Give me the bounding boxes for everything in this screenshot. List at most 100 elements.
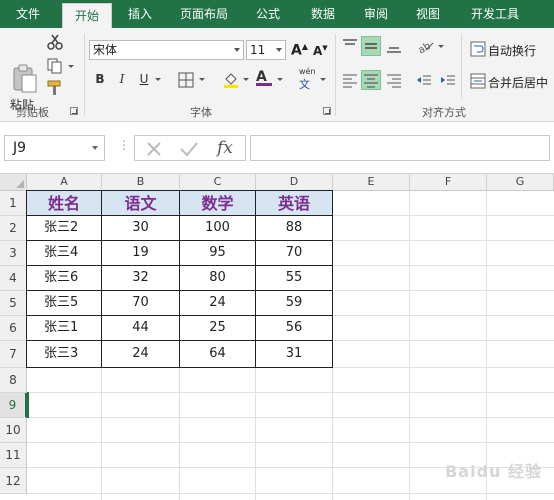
table-cell[interactable]: 64 xyxy=(180,341,256,368)
table-cell[interactable]: 44 xyxy=(102,316,180,341)
decrease-font-icon[interactable]: A▼ xyxy=(313,44,328,58)
table-header-cell[interactable]: 姓名 xyxy=(26,190,102,216)
orientation-dropdown-arrow[interactable] xyxy=(438,45,444,48)
cut-icon[interactable] xyxy=(46,34,64,50)
tab-view[interactable]: 视图 xyxy=(404,0,452,28)
align-center-icon[interactable] xyxy=(361,70,381,90)
table-cell[interactable]: 95 xyxy=(180,241,256,266)
row-header-9[interactable]: 9 xyxy=(0,393,27,418)
row-header-7[interactable]: 7 xyxy=(0,341,27,368)
column-header-f[interactable]: F xyxy=(410,174,487,191)
row-header-8[interactable]: 8 xyxy=(0,368,27,393)
wrap-text-button[interactable]: 自动换行 xyxy=(488,42,536,59)
tab-formulas[interactable]: 公式 xyxy=(244,0,292,28)
table-header-cell[interactable]: 数学 xyxy=(180,190,256,216)
column-header-g[interactable]: G xyxy=(487,174,554,191)
row-header-4[interactable]: 4 xyxy=(0,266,27,291)
clipboard-launcher-icon[interactable] xyxy=(70,107,78,115)
align-top-icon[interactable] xyxy=(340,36,360,56)
format-painter-icon[interactable] xyxy=(46,80,64,96)
align-bottom-icon[interactable] xyxy=(384,36,404,56)
column-header-a[interactable]: A xyxy=(27,174,102,191)
row-header-11[interactable]: 11 xyxy=(0,443,27,468)
italic-button[interactable]: I xyxy=(113,70,131,88)
table-cell[interactable]: 80 xyxy=(180,266,256,291)
column-header-b[interactable]: B xyxy=(102,174,180,191)
tab-insert[interactable]: 插入 xyxy=(116,0,164,28)
table-cell[interactable]: 24 xyxy=(180,291,256,316)
table-cell[interactable]: 张三5 xyxy=(26,291,102,316)
border-icon[interactable] xyxy=(178,72,194,91)
underline-button[interactable]: U xyxy=(135,70,153,88)
row-header-1[interactable]: 1 xyxy=(0,191,27,216)
table-cell[interactable]: 32 xyxy=(102,266,180,291)
border-dropdown-arrow[interactable] xyxy=(199,78,205,81)
table-cell[interactable]: 56 xyxy=(256,316,333,341)
font-color-icon[interactable]: A xyxy=(256,69,272,86)
table-cell[interactable]: 19 xyxy=(102,241,180,266)
bold-button[interactable]: B xyxy=(91,70,109,88)
name-box[interactable]: J9 xyxy=(4,135,105,161)
table-header-cell[interactable]: 语文 xyxy=(102,190,180,216)
table-cell[interactable]: 70 xyxy=(102,291,180,316)
table-cell[interactable]: 张三4 xyxy=(26,241,102,266)
table-cell[interactable]: 31 xyxy=(256,341,333,368)
align-middle-icon[interactable] xyxy=(361,36,381,56)
table-cell[interactable]: 100 xyxy=(180,216,256,241)
row-header-12[interactable]: 12 xyxy=(0,468,27,494)
table-cell[interactable]: 25 xyxy=(180,316,256,341)
table-cell[interactable]: 55 xyxy=(256,266,333,291)
row-header-6[interactable]: 6 xyxy=(0,316,27,341)
insert-function-icon[interactable]: fx xyxy=(217,138,233,158)
align-right-icon[interactable] xyxy=(384,70,404,90)
phonetic-dropdown-arrow[interactable] xyxy=(320,78,326,81)
merge-center-icon[interactable] xyxy=(470,73,486,92)
column-header-e[interactable]: E xyxy=(333,174,410,191)
table-header-cell[interactable]: 英语 xyxy=(256,190,333,216)
formula-bar-grip[interactable]: ⋮ xyxy=(118,138,130,152)
table-cell[interactable]: 59 xyxy=(256,291,333,316)
tab-developer[interactable]: 开发工具 xyxy=(458,0,532,28)
fill-color-icon[interactable] xyxy=(222,71,240,92)
row-header-2[interactable]: 2 xyxy=(0,216,27,241)
table-cell[interactable]: 88 xyxy=(256,216,333,241)
fill-color-dropdown-arrow[interactable] xyxy=(243,78,249,81)
font-color-dropdown-arrow[interactable] xyxy=(277,78,283,81)
merge-center-button[interactable]: 合并后居中 xyxy=(488,74,548,91)
cancel-icon[interactable] xyxy=(145,140,163,161)
phonetic-icon[interactable]: wén 文 xyxy=(299,67,316,92)
row-header-5[interactable]: 5 xyxy=(0,291,27,316)
table-cell[interactable]: 张三3 xyxy=(26,341,102,368)
table-cell[interactable]: 30 xyxy=(102,216,180,241)
underline-dropdown-arrow[interactable] xyxy=(155,78,161,81)
tab-review[interactable]: 审阅 xyxy=(352,0,400,28)
table-cell[interactable]: 24 xyxy=(102,341,180,368)
column-header-c[interactable]: C xyxy=(180,174,256,191)
increase-indent-icon[interactable] xyxy=(438,70,458,90)
table-cell[interactable]: 张三1 xyxy=(26,316,102,341)
font-size-combo[interactable]: 11 xyxy=(246,40,286,60)
tab-page-layout[interactable]: 页面布局 xyxy=(170,0,238,28)
copy-icon[interactable] xyxy=(46,58,64,74)
tab-file[interactable]: 文件 xyxy=(0,0,56,28)
enter-check-icon[interactable] xyxy=(179,140,199,161)
tab-data[interactable]: 数据 xyxy=(298,0,348,28)
align-left-icon[interactable] xyxy=(340,70,360,90)
table-cell[interactable]: 张三2 xyxy=(26,216,102,241)
font-launcher-icon[interactable] xyxy=(323,107,331,115)
formula-input[interactable] xyxy=(250,135,550,161)
tab-home[interactable]: 开始 xyxy=(62,3,112,28)
table-cell[interactable]: 70 xyxy=(256,241,333,266)
row-header-3[interactable]: 3 xyxy=(0,241,27,266)
increase-font-icon[interactable]: A▲ xyxy=(291,42,308,59)
decrease-indent-icon[interactable] xyxy=(414,70,434,90)
select-all-button[interactable] xyxy=(0,174,27,191)
table-cell[interactable]: 张三6 xyxy=(26,266,102,291)
wrap-text-icon[interactable] xyxy=(470,41,486,60)
row-header-10[interactable]: 10 xyxy=(0,418,27,443)
column-header-d[interactable]: D xyxy=(256,174,333,191)
font-name-combo[interactable]: 宋体 xyxy=(89,40,244,60)
paste-icon[interactable] xyxy=(12,64,38,94)
copy-dropdown-arrow[interactable] xyxy=(68,65,74,68)
active-cell[interactable] xyxy=(27,392,29,418)
